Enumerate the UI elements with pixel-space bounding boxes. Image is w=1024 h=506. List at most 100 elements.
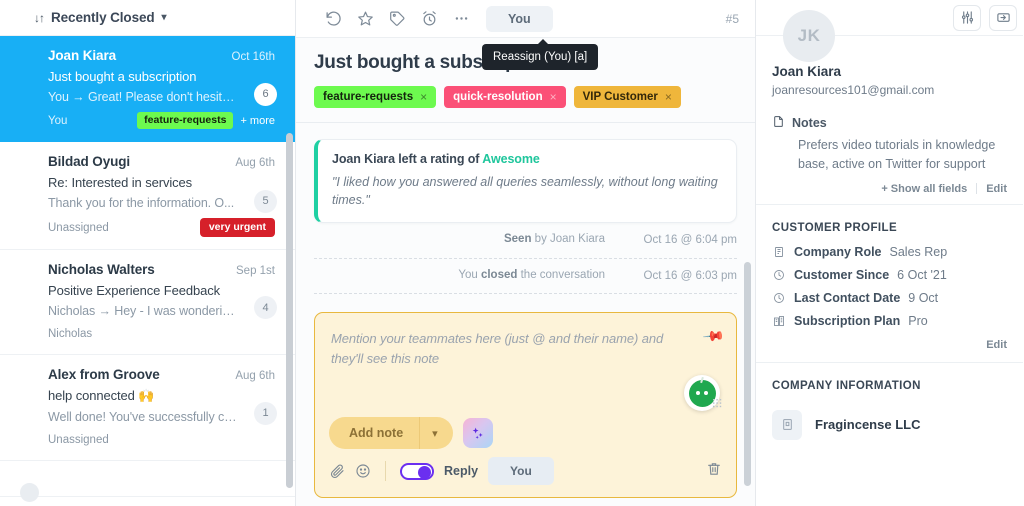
conversation-date: Oct 16th [231,51,275,63]
star-icon[interactable] [350,5,380,33]
event-rest: the conversation [517,268,605,281]
sidebar-header: ↓↑ Recently Closed ▾ [0,0,295,36]
conversation-subject: Just bought a subscription [48,69,197,84]
customer-email[interactable]: joanresources101@gmail.com [772,83,1007,97]
message-count-badge: 4 [254,296,277,319]
ai-sparkle-icon[interactable] [462,418,493,449]
sidebar-scrollbar[interactable] [286,133,293,488]
conversation-assignee: Nicholas [48,328,93,340]
close-icon[interactable]: × [665,90,672,104]
conversation-tag-row: feature-requests × quick-resolution × VI… [314,86,737,108]
conversation-subject: Positive Experience Feedback [48,283,221,298]
list-item[interactable]: Joan Kiara Oct 16th Just bought a subscr… [0,36,295,142]
conversation-list[interactable]: Joan Kiara Oct 16th Just bought a subscr… [0,36,295,506]
conversation-preview: Thank you for the information. O... [48,196,235,210]
conversation-list-sidebar: ↓↑ Recently Closed ▾ Joan Kiara Oct 16th… [0,0,296,506]
event-text: Seen by Joan Kiara [379,232,619,248]
conversation-sender: Bildad Oyugi [48,154,131,169]
snooze-icon[interactable] [414,5,444,33]
conversation-sender: Joan Kiara [48,48,117,63]
note-input-area[interactable]: Mention your teammates here (just @ and … [315,313,736,412]
field-value: 6 Oct '21 [897,267,947,282]
list-item[interactable] [0,461,295,502]
notes-links: + Show all fields Edit [772,183,1007,204]
conversation-date: Sep 1st [236,265,275,277]
more-options-icon[interactable] [446,5,476,33]
conversation-scroll-area: Just bought a subscription feature-reque… [296,38,755,506]
avatar: JK [783,10,835,62]
note-placeholder: Mention your teammates here (just @ and … [331,331,664,366]
event-timestamp: Oct 16 @ 6:04 pm [643,234,738,246]
tag-vip-customer[interactable]: VIP Customer × [573,86,681,108]
status-badge: very urgent [199,218,275,237]
sort-label: Recently Closed [51,10,155,25]
add-note-button[interactable]: Add note ▾ [329,417,453,450]
trash-icon[interactable] [706,461,722,482]
conversation-assignee: You [48,114,68,127]
event-bold: Seen [503,233,532,246]
rating-card: Joan Kiara left a rating of Awesome "I l… [314,139,737,224]
divider [296,122,755,123]
tag-icon[interactable] [382,5,412,33]
add-note-label: Add note [349,426,404,441]
field-customer-since: Customer Since 6 Oct '21 [772,268,1007,282]
message-count-badge: 1 [254,401,277,425]
close-icon[interactable]: × [550,90,557,104]
conversation-subject: Re: Interested in services [48,175,193,190]
office-icon [772,315,786,327]
app-root: ↓↑ Recently Closed ▾ Joan Kiara Oct 16th… [0,0,1024,506]
event-timestamp: Oct 16 @ 6:03 pm [643,269,738,282]
clock-icon [772,269,786,281]
list-item[interactable]: Bildad Oyugi Aug 6th Re: Interested in s… [0,142,295,250]
chevron-down-icon[interactable]: ▾ [419,417,453,450]
tag-feature-requests[interactable]: feature-requests × [314,86,437,108]
list-item[interactable]: Alex from Groove Aug 6th help connected … [0,355,295,461]
customer-name: Joan Kiara [772,64,842,79]
conversation-sender: Nicholas Walters [48,262,155,277]
rating-prefix: Joan Kiara left a rating of [332,152,480,166]
rating-value: Awesome [482,152,540,166]
sliders-icon[interactable] [953,4,981,31]
list-item[interactable]: Nicholas Walters Sep 1st Positive Experi… [0,250,295,355]
composer-footer: Reply You [315,449,736,497]
edit-profile-link[interactable]: Edit [756,337,1023,362]
company-name: Fragincense LLC [815,417,921,433]
tag-quick-resolution[interactable]: quick-resolution × [444,86,566,108]
note-icon [772,115,785,131]
paperclip-icon[interactable] [329,463,345,479]
close-icon[interactable]: × [420,90,427,104]
notes-header: Notes [772,115,1007,131]
emoji-icon[interactable] [355,463,371,479]
sort-dropdown[interactable]: ↓↑ Recently Closed ▾ [34,10,167,25]
edit-notes-link[interactable]: Edit [986,183,1007,195]
collapse-panel-icon[interactable] [989,4,1017,31]
field-last-contact-date: Last Contact Date 9 Oct [772,291,1007,305]
event-text: You closed the conversation [379,268,619,284]
tag-label: quick-resolution [453,91,543,103]
field-value: Pro [908,313,928,328]
event-rest: by Joan Kiara [531,233,605,246]
composer-assignee-chip[interactable]: You [488,457,554,486]
conversation-assignee: Unassigned [48,221,109,234]
more-tags-link[interactable]: + more [240,115,275,127]
rating-quote: "I liked how you answered all queries se… [332,175,718,208]
assignee-button[interactable]: You [486,5,553,32]
conversation-main-panel: You #5 Just bought a subscription featur… [296,0,756,506]
field-label: Company Role [794,244,882,259]
resize-grip[interactable] [712,398,722,409]
show-all-fields-link[interactable]: + Show all fields [881,183,967,195]
company-row[interactable]: Fragincense LLC [756,392,1023,440]
conversation-preview: You → Great! Please don't hesitate... [48,90,250,104]
building-icon [772,246,786,258]
company-information-title: COMPANY INFORMATION [772,379,921,392]
field-value: 9 Oct [908,290,939,305]
conversation-subject: help connected 🙌 [48,388,155,403]
reply-label: Reply [444,464,479,479]
customer-profile-title: CUSTOMER PROFILE [772,221,898,234]
reply-toggle[interactable] [400,462,434,480]
conversation-sender: Alex from Groove [48,367,160,382]
main-scrollbar[interactable] [744,262,751,486]
field-label: Subscription Plan [794,313,901,328]
reopen-icon[interactable] [318,5,348,33]
customer-profile-fields: Company Role Sales Rep Customer Since 6 … [756,234,1023,337]
